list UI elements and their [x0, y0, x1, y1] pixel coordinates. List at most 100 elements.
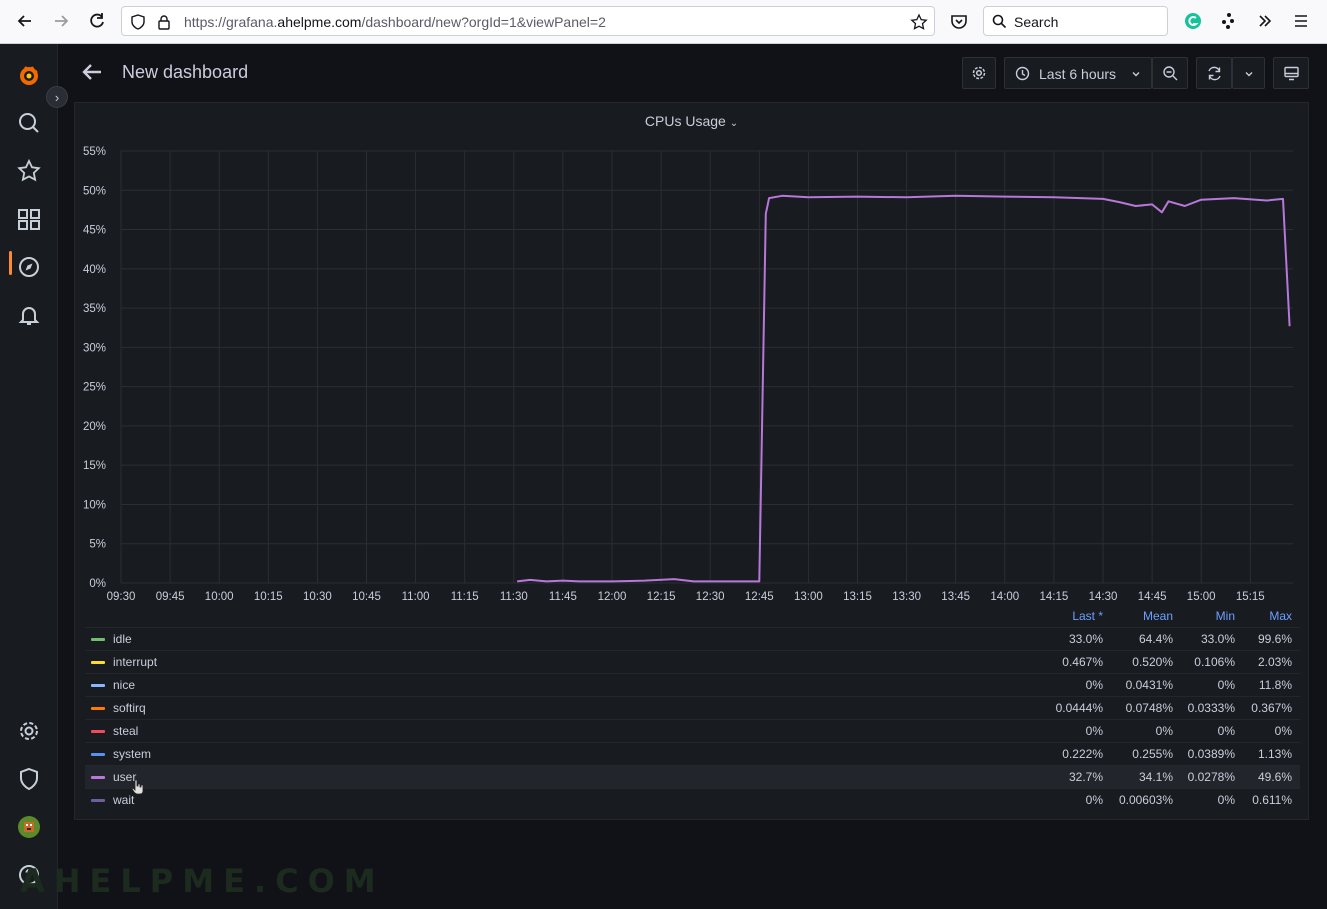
x-tick-label: 14:15 — [1040, 591, 1069, 603]
legend-series-name[interactable]: system — [113, 747, 151, 761]
browser-toolbar: https://grafana.ahelpme.com/dashboard/ne… — [0, 0, 1327, 44]
refresh-interval-dropdown[interactable] — [1232, 57, 1265, 89]
legend-row-wait[interactable]: wait 0% 0.00603% 0% 0.611% — [85, 788, 1300, 811]
zoom-out-icon — [1163, 66, 1178, 81]
x-tick-label: 14:30 — [1089, 591, 1118, 603]
legend-color-swatch[interactable] — [91, 753, 105, 756]
legend-color-swatch[interactable] — [91, 730, 105, 733]
legend-color-swatch[interactable] — [91, 707, 105, 710]
monitor-icon — [1284, 66, 1299, 81]
legend-value-max: 0.611% — [1252, 793, 1292, 807]
legend-color-swatch[interactable] — [91, 661, 105, 664]
back-icon[interactable] — [12, 8, 38, 34]
dashboards-icon[interactable] — [16, 206, 42, 232]
refresh-button[interactable] — [1196, 57, 1232, 89]
gear-icon — [972, 66, 986, 80]
legend-series-name[interactable]: nice — [113, 678, 135, 692]
legend-value-max: 1.13% — [1257, 747, 1292, 761]
legend-col-last[interactable]: Last * — [1015, 609, 1103, 623]
sidebar — [0, 44, 58, 909]
legend-col-min[interactable]: Min — [1175, 609, 1235, 623]
refresh-icon — [1208, 66, 1221, 81]
reload-icon[interactable] — [84, 8, 110, 34]
expand-sidebar-button[interactable]: › — [46, 86, 68, 108]
panel-cpus-usage: CPUs Usage ⌄ 0% 5% 10% 15% 20% 25% 30% 35% 40% 45… — [74, 102, 1309, 820]
explore-compass-icon[interactable] — [16, 254, 42, 280]
url-text: https://grafana.ahelpme.com/dashboard/ne… — [184, 14, 606, 30]
y-tick-label: 5% — [89, 539, 106, 551]
x-tick-label: 12:00 — [598, 591, 627, 603]
time-range-picker[interactable]: Last 6 hours — [1004, 57, 1152, 89]
legend-series-name[interactable]: wait — [113, 793, 134, 807]
y-tick-label: 45% — [83, 225, 106, 237]
legend-row-user[interactable]: user 32.7% 34.1% 0.0278% 49.6% — [85, 765, 1300, 788]
x-tick-label: 11:45 — [549, 591, 577, 603]
y-tick-label: 15% — [83, 460, 106, 472]
y-tick-label: 35% — [83, 303, 106, 315]
x-tick-label: 14:00 — [990, 591, 1019, 603]
zoom-out-button[interactable] — [1152, 57, 1188, 89]
alerting-bell-icon[interactable] — [16, 302, 42, 328]
time-range-label: Last 6 hours — [1039, 66, 1117, 82]
y-tick-label: 25% — [83, 382, 106, 394]
legend-color-swatch[interactable] — [91, 638, 105, 641]
legend-value-max: 99.6% — [1257, 632, 1292, 646]
legend-col-max[interactable]: Max — [1237, 609, 1292, 623]
search-icon[interactable] — [16, 110, 42, 136]
pocket-icon[interactable] — [946, 8, 972, 34]
overflow-chevrons-icon[interactable] — [1252, 8, 1278, 34]
legend-value-max: 0% — [1274, 724, 1292, 738]
chevron-down-icon — [1132, 72, 1140, 77]
y-tick-label: 20% — [83, 421, 106, 433]
x-tick-label: 10:45 — [352, 591, 381, 603]
x-tick-label: 12:15 — [647, 591, 676, 603]
legend-row-system[interactable]: system 0.222% 0.255% 0.0389% 1.13% — [85, 742, 1300, 765]
legend-row-steal[interactable]: steal 0% 0% 0% 0% — [85, 719, 1300, 742]
dashboard-settings-button[interactable] — [962, 57, 996, 89]
x-tick-label: 10:00 — [205, 591, 234, 603]
user-avatar[interactable] — [16, 814, 42, 840]
legend-color-swatch[interactable] — [91, 776, 105, 779]
grammarly-icon[interactable] — [1180, 8, 1206, 34]
server-admin-shield-icon[interactable] — [16, 766, 42, 792]
y-tick-label: 55% — [83, 146, 106, 158]
x-tick-label: 11:30 — [500, 591, 528, 603]
bookmark-star-icon[interactable] — [910, 13, 928, 31]
tv-mode-button[interactable] — [1273, 57, 1309, 89]
configuration-gear-icon[interactable] — [16, 718, 42, 744]
legend-series-name[interactable]: softirq — [113, 701, 146, 715]
legend-color-swatch[interactable] — [91, 684, 105, 687]
starred-icon[interactable] — [16, 158, 42, 184]
y-tick-label: 0% — [89, 578, 106, 590]
back-arrow-icon[interactable] — [80, 60, 104, 84]
clock-icon — [1015, 66, 1030, 81]
shield-icon[interactable] — [130, 14, 146, 30]
x-tick-label: 09:30 — [107, 591, 136, 603]
legend-series-name[interactable]: steal — [113, 724, 138, 738]
time-series-chart[interactable]: 0% 5% 10% 15% 20% 25% 30% 35% 40% 45% 50% 55% 09:30 0… — [75, 103, 1308, 608]
x-tick-label: 15:15 — [1236, 591, 1265, 603]
mouse-cursor — [131, 779, 145, 795]
legend-series-name[interactable]: idle — [113, 632, 132, 646]
extension-icon[interactable] — [1216, 8, 1242, 34]
forward-icon[interactable] — [48, 8, 74, 34]
legend-value-max: 49.6% — [1257, 770, 1292, 784]
x-tick-label: 15:00 — [1187, 591, 1216, 603]
url-bar[interactable]: https://grafana.ahelpme.com/dashboard/ne… — [121, 6, 935, 36]
legend-series-name[interactable]: interrupt — [113, 655, 157, 669]
lock-icon[interactable] — [156, 14, 172, 30]
grafana-logo-icon[interactable] — [16, 62, 42, 88]
legend-row-softirq[interactable]: softirq 0.0444% 0.0748% 0.0333% 0.367% — [85, 696, 1300, 719]
hamburger-menu-icon[interactable] — [1288, 8, 1314, 34]
legend-row-idle[interactable]: idle 33.0% 64.4% 33.0% 99.6% — [85, 627, 1300, 650]
legend-col-mean[interactable]: Mean — [1105, 609, 1173, 623]
legend-value-max: 2.03% — [1257, 655, 1292, 669]
y-tick-label: 30% — [83, 342, 106, 354]
legend-color-swatch[interactable] — [91, 799, 105, 802]
page-title: New dashboard — [122, 62, 249, 82]
browser-search-input[interactable]: Search — [983, 6, 1168, 36]
x-tick-label: 13:00 — [794, 591, 823, 603]
legend-row-interrupt[interactable]: interrupt 0.467% 0.520% 0.106% 2.03% — [85, 650, 1300, 673]
legend-row-nice[interactable]: nice 0% 0.0431% 0% 11.8% — [85, 673, 1300, 696]
x-tick-label: 09:45 — [156, 591, 185, 603]
